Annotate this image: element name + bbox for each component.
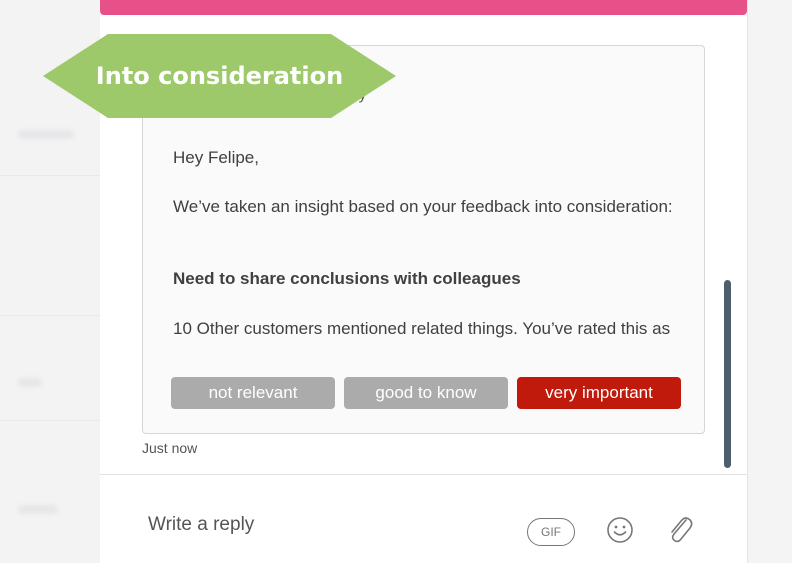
message-text: We’ve taken an insight based on your fee… xyxy=(173,197,673,216)
message-timestamp: Just now xyxy=(142,440,198,456)
background-right-pane xyxy=(747,0,792,563)
accent-bar xyxy=(100,0,747,15)
composer-divider xyxy=(100,474,747,475)
background-divider xyxy=(0,175,100,176)
background-blur-item xyxy=(18,505,58,514)
background-divider xyxy=(0,420,100,421)
background-blur-item xyxy=(18,378,42,387)
insight-title: Need to share conclusions with colleague… xyxy=(173,269,521,288)
greeting-text: Hey Felipe, xyxy=(173,148,259,167)
background-divider xyxy=(0,315,100,316)
annotation-banner: Into consideration xyxy=(43,34,396,118)
related-text: 10 Other customers mentioned related thi… xyxy=(173,319,671,338)
rating-not-relevant-button[interactable]: not relevant xyxy=(171,377,335,409)
rating-good-to-know-button[interactable]: good to know xyxy=(344,377,508,409)
rating-very-important-button[interactable]: very important xyxy=(517,377,681,409)
banner-label: Into consideration xyxy=(95,62,344,90)
smiley-icon[interactable] xyxy=(606,516,634,544)
scrollbar-thumb[interactable] xyxy=(724,280,731,468)
gif-button[interactable]: GIF xyxy=(527,518,575,546)
background-blur-item xyxy=(18,130,74,139)
reply-input[interactable] xyxy=(148,510,478,540)
paperclip-icon[interactable] xyxy=(664,512,694,546)
